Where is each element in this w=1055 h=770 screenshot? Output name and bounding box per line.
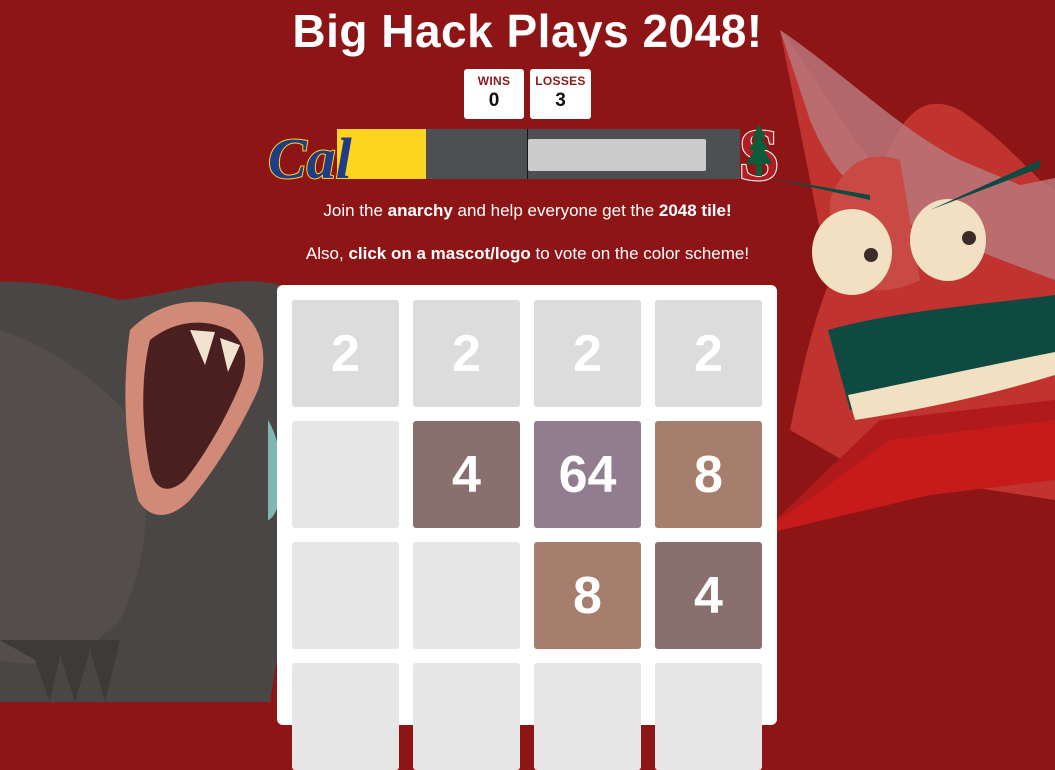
tile-4: 4 xyxy=(655,542,762,649)
tree-mascot[interactable] xyxy=(760,30,1055,535)
tile-empty xyxy=(292,421,399,528)
tile-2: 2 xyxy=(413,300,520,407)
wins-label: WINS xyxy=(477,74,511,88)
vote-input[interactable] xyxy=(528,139,706,171)
tile-8: 8 xyxy=(534,542,641,649)
tile-empty xyxy=(413,542,520,649)
vote-bar xyxy=(337,129,740,179)
wins-scorebox: WINS 0 xyxy=(464,69,524,119)
info-text: Join the xyxy=(323,201,388,220)
wins-value: 0 xyxy=(488,90,500,111)
tile-empty xyxy=(292,542,399,649)
losses-value: 3 xyxy=(555,90,566,111)
tile-empty xyxy=(655,663,762,770)
cal-logo[interactable]: Cal xyxy=(266,118,352,190)
info-bold-click: click on a mascot/logo xyxy=(348,244,531,263)
info-text: and help everyone get the xyxy=(452,201,659,220)
game-board[interactable]: 2 2 2 2 4 64 8 8 4 xyxy=(277,285,777,770)
tile-2: 2 xyxy=(534,300,641,407)
info-line-2: Also, click on a mascot/logo to vote on … xyxy=(0,244,1055,264)
losses-label: LOSSES xyxy=(535,74,586,88)
page-title: Big Hack Plays 2048! xyxy=(292,5,763,57)
info-text: to vote on the color scheme! xyxy=(530,244,750,263)
tile-2: 2 xyxy=(655,300,762,407)
info-text: Also, xyxy=(305,244,349,263)
stanford-logo[interactable]: S xyxy=(736,120,782,188)
cal-logo-text: Cal xyxy=(268,126,352,190)
tile-4: 4 xyxy=(413,421,520,528)
info-bold-anarchy: anarchy xyxy=(387,201,453,220)
tile-empty xyxy=(413,663,520,770)
tile-empty xyxy=(534,663,641,770)
tile-empty xyxy=(292,663,399,770)
tile-8: 8 xyxy=(655,421,762,528)
bear-mascot[interactable] xyxy=(0,281,299,702)
tile-64: 64 xyxy=(534,421,641,528)
info-line-1: Join the anarchy and help everyone get t… xyxy=(0,201,1055,221)
info-bold-2048: 2048 tile! xyxy=(658,201,732,220)
losses-scorebox: LOSSES 3 xyxy=(530,69,591,119)
tile-2: 2 xyxy=(292,300,399,407)
